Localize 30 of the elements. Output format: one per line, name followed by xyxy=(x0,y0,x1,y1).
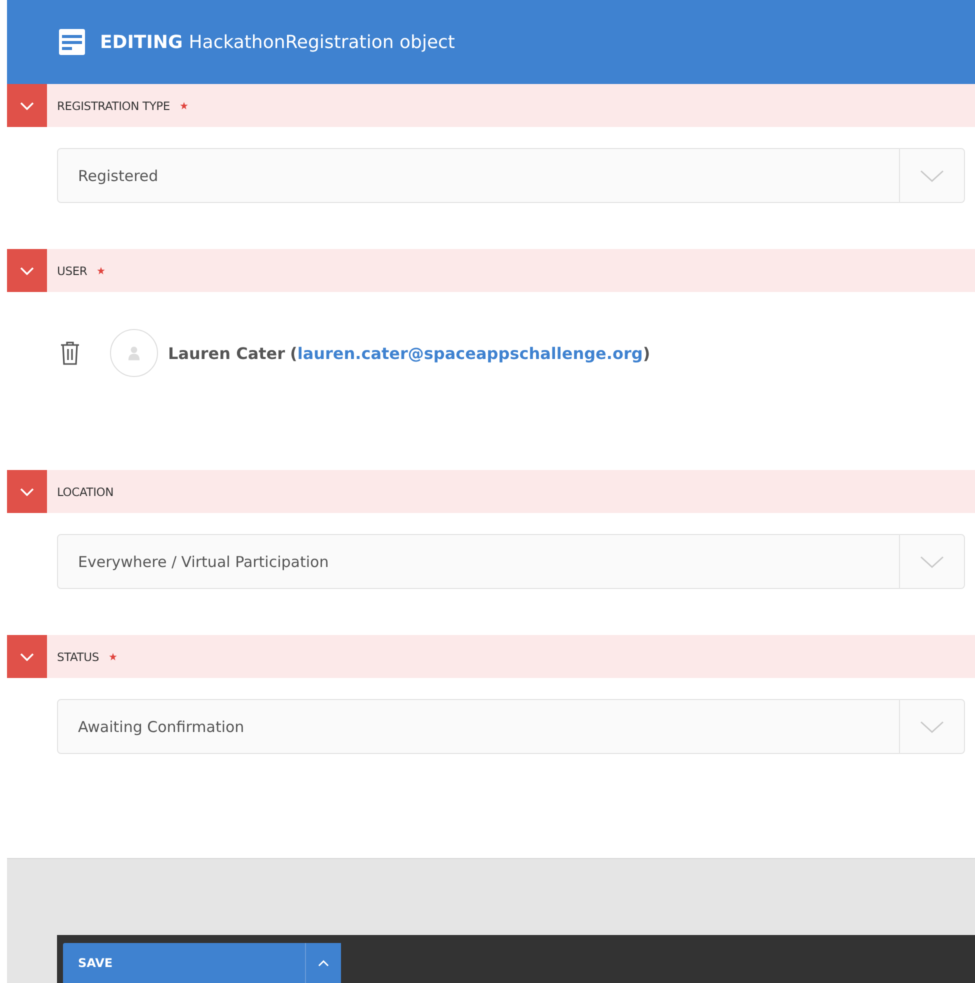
required-star-icon xyxy=(97,266,106,274)
collapse-toggle[interactable] xyxy=(7,470,47,513)
header-title: EDITING xyxy=(100,32,183,52)
chevron-down-icon xyxy=(20,102,34,110)
user-name: Lauren Cater xyxy=(168,344,286,362)
chevron-down-icon xyxy=(20,652,34,660)
collapse-toggle[interactable] xyxy=(7,84,47,127)
section-label: REGISTRATION TYPE xyxy=(57,98,170,112)
document-icon xyxy=(59,29,85,55)
chevron-down-icon xyxy=(20,488,34,496)
save-button[interactable]: SAVE xyxy=(63,943,305,983)
section-label: LOCATION xyxy=(57,484,114,498)
opening-paren: ( xyxy=(290,344,298,362)
chevron-down-icon xyxy=(20,266,34,274)
select-field[interactable]: Awaiting Confirmation xyxy=(57,699,965,754)
required-star-icon xyxy=(180,102,188,110)
header-subtitle: HackathonRegistration object xyxy=(188,32,455,52)
required-star-icon xyxy=(108,652,117,660)
avatar-icon xyxy=(110,329,158,377)
delete-icon[interactable] xyxy=(60,341,80,365)
collapse-toggle[interactable] xyxy=(7,249,47,292)
section-label: STATUS xyxy=(57,650,99,664)
email-link[interactable]: lauren.cater@spaceappschallenge.org xyxy=(297,344,643,362)
expand-button[interactable] xyxy=(305,943,341,983)
select-field[interactable]: Registered xyxy=(57,148,965,203)
select-field[interactable]: Everywhere / Virtual Participation xyxy=(57,534,965,589)
closing-paren: ) xyxy=(642,344,650,362)
section-label: USER xyxy=(57,264,88,278)
chevron-up-icon xyxy=(318,960,329,966)
collapse-toggle[interactable] xyxy=(7,635,47,678)
